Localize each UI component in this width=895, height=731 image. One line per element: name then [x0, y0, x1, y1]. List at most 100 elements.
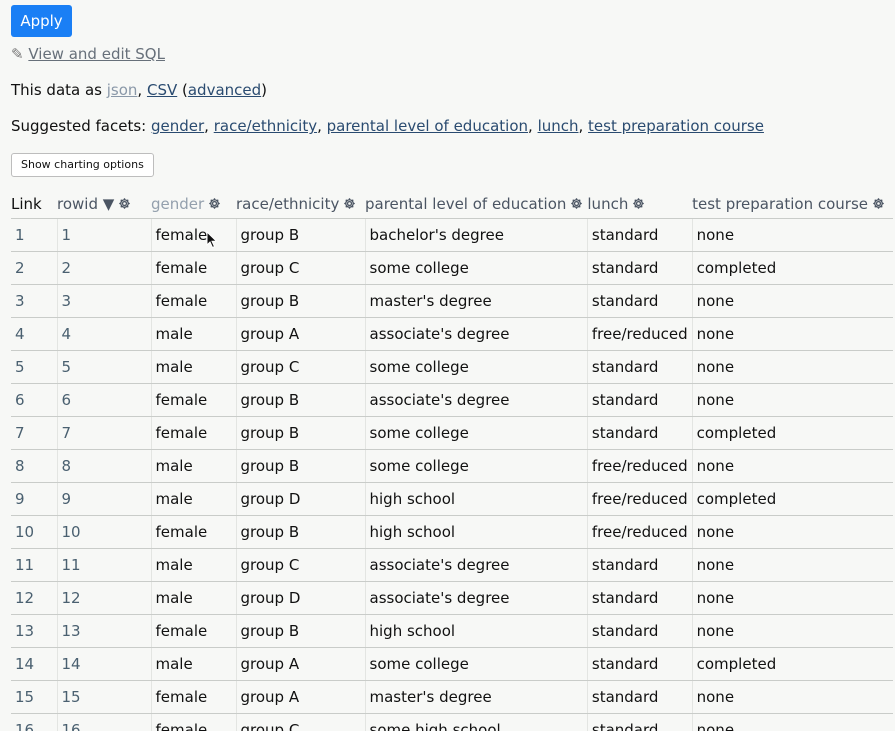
column-header-gender[interactable]: gender: [151, 190, 236, 219]
sql-line: ✎ View and edit SQL: [11, 45, 165, 63]
cell-rowid: 3: [57, 284, 152, 318]
cell-test-prep: none: [692, 284, 894, 318]
json-link[interactable]: json: [107, 81, 138, 99]
cell-lunch: standard: [587, 614, 693, 648]
cell-rowid: 8: [57, 449, 152, 483]
column-header-race-ethnicity[interactable]: race/ethnicity: [236, 190, 365, 219]
cell-parental-education: high school: [365, 515, 588, 549]
cell-race-ethnicity: group D: [236, 581, 366, 615]
cell-lunch: standard: [587, 647, 693, 681]
show-charting-options-button[interactable]: Show charting options: [11, 153, 154, 177]
cell-gender: male: [151, 647, 237, 681]
table-row: 3 3 female group B master's degree stand…: [11, 284, 894, 318]
table-row: 16 16 female group C some high school st…: [11, 713, 894, 731]
cell-race-ethnicity: group C: [236, 713, 366, 731]
cell-link[interactable]: 7: [11, 416, 58, 450]
cell-link[interactable]: 1: [11, 218, 58, 252]
cell-gender: female: [151, 680, 237, 714]
cell-lunch: free/reduced: [587, 515, 693, 549]
cell-gender: male: [151, 548, 237, 582]
results-table: Link rowid ▼ gender race/ethnicity paren…: [11, 190, 894, 731]
cell-test-prep: completed: [692, 482, 894, 516]
cell-link[interactable]: 15: [11, 680, 58, 714]
cell-parental-education: some college: [365, 416, 588, 450]
column-header-rowid[interactable]: rowid ▼: [57, 190, 151, 219]
suggested-facets: Suggested facets: gender, race/ethnicity…: [11, 117, 764, 135]
column-header-link: Link: [11, 190, 57, 219]
advanced-link[interactable]: advanced: [188, 81, 261, 99]
cell-test-prep: none: [692, 218, 894, 252]
cell-lunch: standard: [587, 548, 693, 582]
cell-parental-education: some college: [365, 350, 588, 384]
cell-lunch: free/reduced: [587, 449, 693, 483]
gear-icon[interactable]: [872, 197, 885, 210]
cell-gender: female: [151, 515, 237, 549]
cell-lunch: standard: [587, 416, 693, 450]
cell-rowid: 9: [57, 482, 152, 516]
cell-link[interactable]: 12: [11, 581, 58, 615]
facet-link-lunch[interactable]: lunch: [538, 117, 579, 135]
column-header-lunch[interactable]: lunch: [587, 190, 693, 219]
table-row: 1 1 female group B bachelor's degree sta…: [11, 218, 894, 252]
gear-icon[interactable]: [208, 197, 221, 210]
cell-parental-education: some college: [365, 251, 588, 285]
cell-rowid: 11: [57, 548, 152, 582]
cell-test-prep: none: [692, 317, 894, 351]
cell-race-ethnicity: group C: [236, 251, 366, 285]
cell-link[interactable]: 8: [11, 449, 58, 483]
cell-gender: female: [151, 284, 237, 318]
cell-test-prep: none: [692, 449, 894, 483]
cell-test-prep: none: [692, 548, 894, 582]
table-row: 15 15 female group A master's degree sta…: [11, 680, 894, 714]
cell-parental-education: some college: [365, 647, 588, 681]
cell-gender: female: [151, 383, 237, 417]
cell-gender: male: [151, 350, 237, 384]
cell-link[interactable]: 6: [11, 383, 58, 417]
cell-rowid: 6: [57, 383, 152, 417]
cell-link[interactable]: 14: [11, 647, 58, 681]
view-edit-sql-link[interactable]: View and edit SQL: [28, 45, 165, 63]
cell-race-ethnicity: group B: [236, 218, 366, 252]
column-header-parental-education[interactable]: parental level of education: [365, 190, 588, 219]
cell-link[interactable]: 16: [11, 713, 58, 731]
table-body: 1 1 female group B bachelor's degree sta…: [11, 218, 894, 731]
cell-race-ethnicity: group B: [236, 383, 366, 417]
table-row: 4 4 male group A associate's degree free…: [11, 317, 894, 351]
cell-test-prep: none: [692, 383, 894, 417]
cell-parental-education: associate's degree: [365, 383, 588, 417]
gear-icon[interactable]: [118, 197, 131, 210]
cell-parental-education: some high school: [365, 713, 588, 731]
cell-parental-education: associate's degree: [365, 317, 588, 351]
cell-link[interactable]: 9: [11, 482, 58, 516]
cell-link[interactable]: 13: [11, 614, 58, 648]
cell-lunch: standard: [587, 581, 693, 615]
cell-race-ethnicity: group C: [236, 548, 366, 582]
gear-icon[interactable]: [632, 197, 645, 210]
apply-button[interactable]: Apply: [11, 5, 72, 37]
cell-test-prep: none: [692, 713, 894, 731]
cell-rowid: 13: [57, 614, 152, 648]
column-header-test-prep[interactable]: test preparation course: [692, 190, 894, 219]
cell-rowid: 14: [57, 647, 152, 681]
cell-test-prep: completed: [692, 647, 894, 681]
cell-link[interactable]: 3: [11, 284, 58, 318]
cell-test-prep: completed: [692, 251, 894, 285]
facet-link-gender[interactable]: gender: [151, 117, 204, 135]
facet-link-race-ethnicity[interactable]: race/ethnicity: [214, 117, 317, 135]
cell-test-prep: completed: [692, 416, 894, 450]
gear-icon[interactable]: [570, 197, 583, 210]
cell-link[interactable]: 5: [11, 350, 58, 384]
pencil-icon: ✎: [11, 45, 24, 63]
cell-link[interactable]: 11: [11, 548, 58, 582]
csv-link[interactable]: CSV: [147, 81, 177, 99]
cell-lunch: standard: [587, 350, 693, 384]
cell-link[interactable]: 4: [11, 317, 58, 351]
facet-link-parental-education[interactable]: parental level of education: [327, 117, 528, 135]
facet-link-test-prep[interactable]: test preparation course: [588, 117, 764, 135]
gear-icon[interactable]: [343, 197, 356, 210]
cell-link[interactable]: 2: [11, 251, 58, 285]
table-row: 6 6 female group B associate's degree st…: [11, 383, 894, 417]
cell-lunch: standard: [587, 680, 693, 714]
cell-race-ethnicity: group A: [236, 680, 366, 714]
cell-link[interactable]: 10: [11, 515, 58, 549]
